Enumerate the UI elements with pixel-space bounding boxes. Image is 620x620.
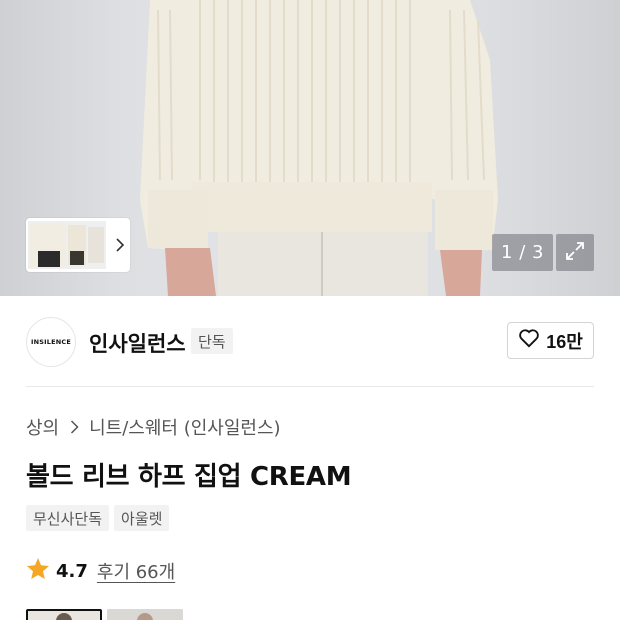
brand-name[interactable]: 인사일런스	[89, 328, 186, 358]
chevron-right-icon	[67, 420, 81, 434]
color-options	[26, 609, 183, 620]
brand-row: INSILENCE 인사일런스 단독 16만	[26, 317, 594, 367]
rating-value: 4.7	[56, 560, 88, 582]
breadcrumb: 상의 니트/스웨터 (인사일런스)	[26, 414, 281, 440]
breadcrumb-item-subcategory[interactable]: 니트/스웨터 (인사일런스)	[89, 414, 280, 440]
like-count: 16만	[546, 331, 583, 352]
expand-button[interactable]	[556, 234, 594, 271]
product-image-carousel[interactable]: 1 / 3	[0, 0, 620, 296]
brand-logo[interactable]: INSILENCE	[26, 317, 76, 367]
star-icon	[26, 557, 50, 585]
review-count-link[interactable]: 후기 66개	[97, 558, 175, 584]
expand-icon	[564, 240, 586, 266]
tag-musinsa-exclusive: 무신사단독	[26, 505, 110, 531]
color-swatch-selected[interactable]	[26, 609, 102, 620]
product-title: 볼드 리브 하프 집업 CREAM	[26, 462, 352, 492]
product-tags: 무신사단독 아울렛	[26, 505, 170, 531]
divider	[26, 386, 594, 387]
breadcrumb-item-category[interactable]: 상의	[26, 414, 59, 440]
exclusive-badge: 단독	[191, 328, 233, 354]
heart-icon	[518, 328, 540, 353]
chevron-right-icon[interactable]	[110, 235, 130, 255]
thumbnail-images[interactable]	[28, 221, 106, 269]
like-button[interactable]: 16만	[507, 322, 594, 359]
color-swatch[interactable]	[107, 609, 183, 620]
rating: 4.7 후기 66개	[26, 557, 175, 585]
tag-outlet: 아울렛	[114, 505, 170, 531]
thumbnail-strip[interactable]	[26, 218, 130, 272]
image-counter: 1 / 3	[492, 234, 553, 271]
